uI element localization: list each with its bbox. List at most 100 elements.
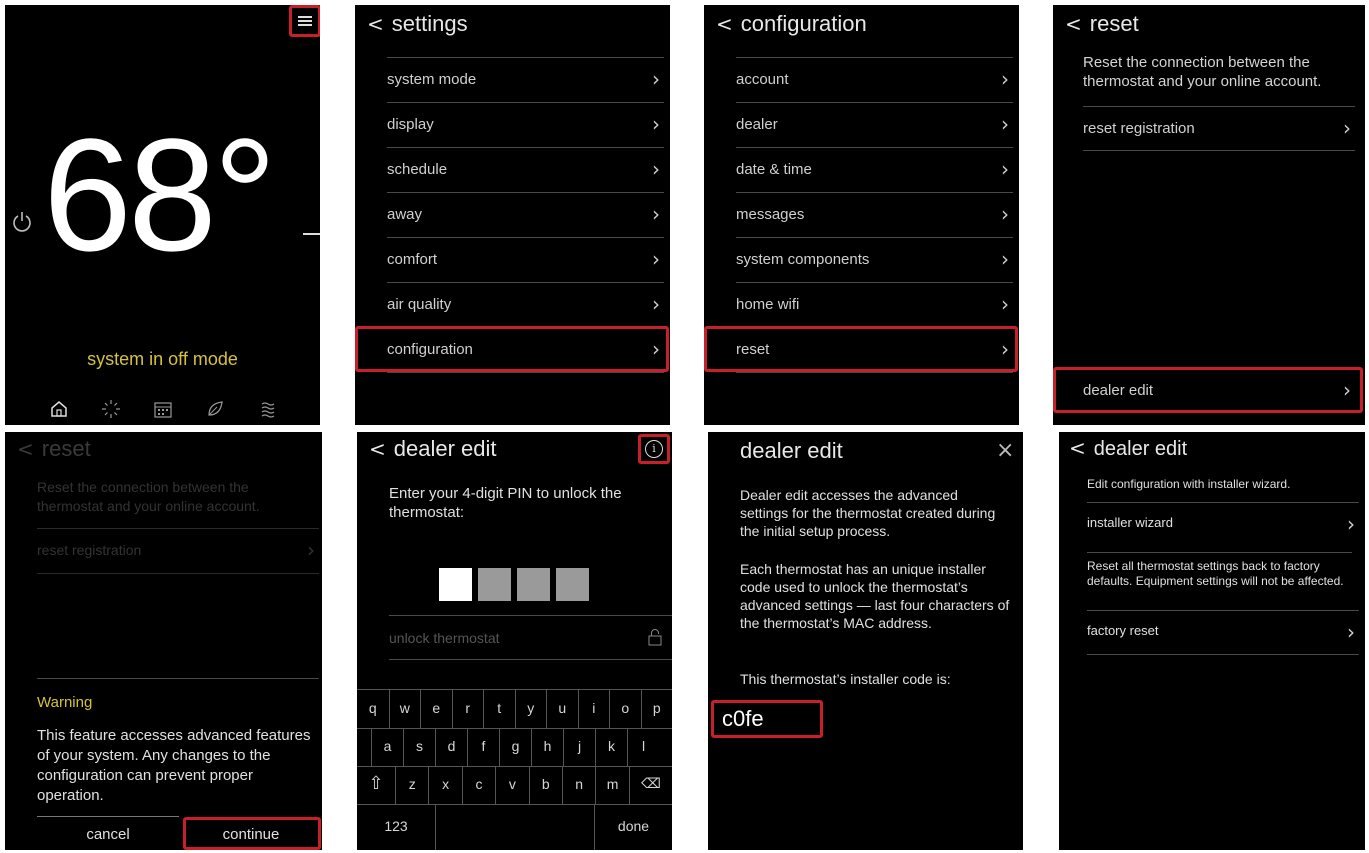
key-e[interactable]: e xyxy=(420,690,452,728)
key-r[interactable]: r xyxy=(451,690,484,728)
settings-item-5[interactable]: air quality › xyxy=(387,282,664,326)
configuration-item-3[interactable]: messages › xyxy=(736,192,1013,236)
back-arrow-icon[interactable]: < xyxy=(1069,436,1086,460)
back-arrow-icon[interactable]: < xyxy=(716,12,733,36)
key-h[interactable]: h xyxy=(531,728,563,766)
space-key[interactable] xyxy=(436,804,595,850)
pin-digit-4 xyxy=(556,568,589,601)
warning-title: Warning xyxy=(37,694,93,711)
key-c[interactable]: c xyxy=(461,766,495,804)
chevron-right-icon: › xyxy=(652,202,660,226)
home-screen: 68° system in off mode xyxy=(5,5,320,425)
configuration-screen: < configuration account › dealer › date & tim… xyxy=(704,5,1019,425)
configuration-item-4[interactable]: system components › xyxy=(736,237,1013,281)
key-p[interactable]: p xyxy=(640,690,673,728)
info-paragraph-1: Dealer edit accesses the advanced settin… xyxy=(740,487,996,539)
installer-wizard-item[interactable]: installer wizard › xyxy=(1087,502,1359,546)
factory-reset-description: Reset all thermostat settings back to fa… xyxy=(1087,552,1352,589)
configuration-item-5[interactable]: home wifi › xyxy=(736,282,1013,326)
key-f[interactable]: f xyxy=(467,728,499,766)
reset-warning-screen: < reset Reset the connection between the … xyxy=(5,432,322,850)
key-j[interactable]: j xyxy=(563,728,595,766)
settings-screen: < settings system mode › display › schedule › a… xyxy=(355,5,670,425)
key-a[interactable]: a xyxy=(371,728,403,766)
reset-registration-item[interactable]: reset registration › xyxy=(1083,106,1355,150)
reset-registration-item: reset registration › xyxy=(37,528,319,572)
temperature-display: 68° xyxy=(43,105,277,284)
key-g[interactable]: g xyxy=(499,728,531,766)
installer-code-highlight xyxy=(711,700,823,738)
home-icon[interactable] xyxy=(49,399,69,419)
back-arrow-icon[interactable]: < xyxy=(369,437,386,461)
page-title: < configuration xyxy=(716,11,867,36)
chevron-right-icon: › xyxy=(1001,202,1009,226)
page-title: dealer edit xyxy=(740,438,843,463)
key-123[interactable]: 123 xyxy=(357,804,436,850)
page-title: < dealer edit xyxy=(369,436,497,461)
sun-icon[interactable] xyxy=(101,399,121,419)
chevron-right-icon: › xyxy=(307,538,315,562)
page-title: < dealer edit xyxy=(1069,436,1188,460)
chevron-right-icon: › xyxy=(1001,292,1009,316)
key-d[interactable]: d xyxy=(435,728,467,766)
chevron-right-icon: › xyxy=(652,67,660,91)
pin-prompt: Enter your 4-digit PIN to unlock the the… xyxy=(389,485,622,521)
power-icon[interactable] xyxy=(11,210,33,232)
back-arrow-icon[interactable]: < xyxy=(1065,12,1082,36)
key-q[interactable]: q xyxy=(357,690,389,728)
info-highlight xyxy=(638,434,670,464)
pin-digit-2 xyxy=(478,568,511,601)
backspace-key[interactable]: ⌫ xyxy=(629,766,672,804)
configuration-item-0[interactable]: account › xyxy=(736,57,1013,101)
bottom-nav xyxy=(5,395,320,425)
back-arrow-icon[interactable]: < xyxy=(367,12,384,36)
dealer-edit-pin-screen: < dealer edit i Enter your 4-digit PIN to… xyxy=(357,432,672,850)
leaf-icon[interactable] xyxy=(205,399,225,419)
settings-item-1[interactable]: display › xyxy=(387,102,664,146)
chevron-right-icon: › xyxy=(1343,116,1351,140)
pin-digit-3 xyxy=(517,568,550,601)
key-v[interactable]: v xyxy=(495,766,528,804)
configuration-item-2[interactable]: date & time › xyxy=(736,147,1013,191)
factory-reset-item[interactable]: factory reset › xyxy=(1087,610,1359,654)
dealer-edit-info-screen: dealer edit × Dealer edit accesses the a… xyxy=(708,432,1023,850)
key-o[interactable]: o xyxy=(609,690,641,728)
info-paragraph-2: Each thermostat has an unique installer … xyxy=(740,561,1010,631)
shift-key[interactable]: ⇧ xyxy=(357,766,395,804)
unlock-thermostat-field[interactable]: unlock thermostat xyxy=(389,615,672,659)
key-y[interactable]: y xyxy=(514,690,547,728)
key-k[interactable]: k xyxy=(595,728,627,766)
key-n[interactable]: n xyxy=(562,766,595,804)
chevron-right-icon: › xyxy=(1001,67,1009,91)
key-m[interactable]: m xyxy=(595,766,628,804)
cancel-button[interactable]: cancel xyxy=(37,826,179,843)
adjust-handle[interactable] xyxy=(303,233,320,235)
settings-item-3[interactable]: away › xyxy=(387,192,664,236)
key-b[interactable]: b xyxy=(528,766,562,804)
chevron-right-icon: › xyxy=(1001,112,1009,136)
key-x[interactable]: x xyxy=(428,766,461,804)
close-icon[interactable]: × xyxy=(996,438,1014,463)
page-title: < settings xyxy=(367,11,468,36)
chevron-right-icon: › xyxy=(1001,157,1009,181)
calendar-icon[interactable] xyxy=(153,399,173,419)
continue-highlight xyxy=(183,817,321,850)
key-l[interactable]: l xyxy=(627,728,659,766)
key-u[interactable]: u xyxy=(546,690,578,728)
configuration-item-1[interactable]: dealer › xyxy=(736,102,1013,146)
wind-icon[interactable] xyxy=(259,399,279,419)
key-t[interactable]: t xyxy=(483,690,515,728)
settings-item-2[interactable]: schedule › xyxy=(387,147,664,191)
settings-item-4[interactable]: comfort › xyxy=(387,237,664,281)
settings-item-0[interactable]: system mode › xyxy=(387,57,664,101)
key-w[interactable]: w xyxy=(388,690,421,728)
pin-digit-1 xyxy=(439,568,472,601)
key-z[interactable]: z xyxy=(395,766,428,804)
key-i[interactable]: i xyxy=(577,690,610,728)
lock-icon xyxy=(648,629,662,646)
key-s[interactable]: s xyxy=(403,728,435,766)
info-paragraph-3: This thermostat’s installer code is: xyxy=(740,671,951,687)
chevron-right-icon: › xyxy=(1001,247,1009,271)
done-key[interactable]: done xyxy=(595,804,672,850)
reset-highlight xyxy=(704,326,1018,372)
